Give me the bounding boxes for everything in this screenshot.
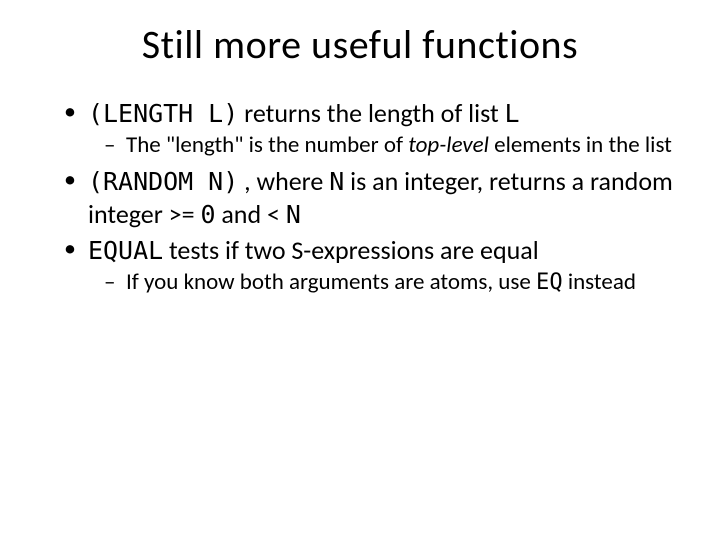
code-span: N — [329, 167, 344, 196]
code-span: N — [286, 200, 301, 229]
bullet-item: (RANDOM N) , where N is an integer, retu… — [64, 165, 680, 230]
text-span: If you know both arguments are atoms, us… — [126, 268, 536, 296]
text-span: returns the length of list — [238, 97, 504, 129]
sub-list: The "length" is the number of top-level … — [88, 132, 680, 160]
bullet-list: (LENGTH L) returns the length of list L … — [40, 97, 680, 296]
slide-title: Still more useful functions — [40, 20, 680, 69]
text-span: instead — [563, 268, 636, 296]
sub-list: If you know both arguments are atoms, us… — [88, 269, 680, 297]
text-span: and < — [215, 198, 285, 230]
bullet-item: EQUAL tests if two S-expressions are equ… — [64, 234, 680, 296]
sub-bullet-item: The "length" is the number of top-level … — [104, 132, 680, 160]
code-span: EQUAL — [88, 236, 163, 265]
text-span: , where — [238, 165, 329, 197]
code-span: (LENGTH L) — [88, 99, 238, 128]
code-span: 0 — [200, 200, 215, 229]
text-span: The "length" is the number of — [126, 131, 408, 159]
bullet-item: (LENGTH L) returns the length of list L … — [64, 97, 680, 159]
sub-bullet-item: If you know both arguments are atoms, us… — [104, 269, 680, 297]
text-span: tests if two S-expressions are equal — [163, 234, 539, 266]
code-span: EQ — [536, 270, 563, 295]
code-span: (RANDOM N) — [88, 167, 238, 196]
italic-span: top-level — [408, 131, 489, 159]
code-span: L — [505, 99, 520, 128]
text-span: elements in the list — [489, 131, 672, 159]
